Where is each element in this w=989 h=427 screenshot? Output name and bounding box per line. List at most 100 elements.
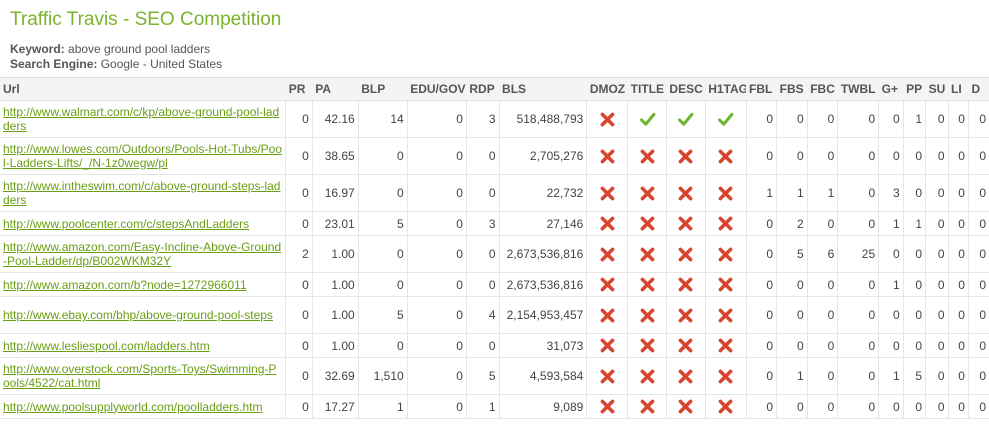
cross-icon [718, 338, 733, 353]
pr-cell: 0 [285, 174, 313, 212]
su-cell: 0 [925, 211, 949, 236]
column-header-fbl[interactable]: FBL [746, 77, 777, 101]
search-engine-value: Google - United States [100, 57, 223, 71]
pp-cell: 5 [903, 357, 927, 395]
edu-gov-cell: 0 [407, 174, 467, 212]
twbl-cell: 0 [837, 100, 880, 138]
column-header-twbl[interactable]: TWBL [837, 77, 879, 101]
h1tag-cell [705, 296, 747, 334]
column-header-blp[interactable]: BLP [358, 77, 408, 101]
d-cell: 0 [968, 235, 989, 273]
fbc-cell: 0 [807, 211, 839, 236]
cross-icon [640, 247, 654, 261]
pr-cell: 0 [285, 394, 313, 419]
desc-cell [666, 137, 706, 175]
li-cell: 0 [948, 272, 969, 297]
url-cell: http://www.amazon.com/Easy-Incline-Above… [0, 235, 287, 273]
column-header-title[interactable]: TITLE [627, 77, 667, 101]
column-header-g-[interactable]: G+ [878, 77, 904, 101]
cross-icon [640, 216, 654, 231]
twbl-cell: 0 [837, 296, 880, 334]
url-link[interactable]: http://www.overstock.com/Sports-Toys/Swi… [3, 362, 282, 390]
cross-icon [600, 247, 615, 261]
table-row: http://www.lesliespool.com/ladders.htm 0 1… [0, 333, 989, 358]
table-header-row: Url PR PA BLP EDU/GOV RDP BLS DMOZ TITLE DESC H1TA… [0, 77, 989, 101]
pr-cell: 0 [285, 137, 313, 175]
pa-cell: 1.00 [312, 272, 359, 297]
fbl-cell: 0 [746, 333, 778, 358]
url-link[interactable]: http://www.walmart.com/c/kp/above-ground… [3, 105, 282, 133]
url-link[interactable]: http://www.poolsupplyworld.com/poolladde… [3, 400, 282, 414]
pp-cell: 1 [903, 100, 927, 138]
keyword-value: above ground pool ladders [68, 42, 211, 56]
title-cell [627, 394, 667, 419]
pr-cell: 0 [285, 357, 313, 395]
fbs-cell: 1 [776, 174, 808, 212]
twbl-cell: 0 [837, 333, 880, 358]
cross-icon [600, 149, 615, 163]
gplus-cell: 0 [878, 137, 904, 175]
column-header-url[interactable]: Url [0, 77, 286, 101]
table-row: http://www.poolsupplyworld.com/poolladde… [0, 394, 989, 419]
url-link[interactable]: http://www.amazon.com/b?node=1272966011 [3, 278, 282, 292]
h1tag-cell [705, 394, 747, 419]
url-cell: http://www.overstock.com/Sports-Toys/Swi… [0, 357, 287, 395]
url-link[interactable]: http://www.poolcenter.com/c/stepsAndLadd… [3, 217, 282, 231]
table-row: http://www.ebay.com/bhp/above-ground-poo… [0, 296, 989, 334]
column-header-rdp[interactable]: RDP [466, 77, 500, 101]
rdp-cell: 0 [466, 235, 500, 273]
cross-icon [678, 338, 693, 353]
column-header-fbc[interactable]: FBC [807, 77, 838, 101]
fbl-cell: 0 [746, 211, 778, 236]
column-header-li[interactable]: LI [948, 77, 969, 101]
cross-icon [718, 186, 733, 200]
cross-icon [678, 186, 693, 200]
rdp-cell: 0 [466, 333, 500, 358]
column-header-dmoz[interactable]: DMOZ [586, 77, 628, 101]
dmoz-cell [586, 137, 629, 175]
fbc-cell: 0 [807, 394, 839, 419]
dmoz-cell [586, 357, 629, 395]
desc-cell [666, 272, 706, 297]
fbl-cell: 0 [746, 394, 778, 419]
bls-cell: 2,154,953,457 [499, 296, 588, 334]
column-header-su[interactable]: SU [925, 77, 949, 101]
edu-gov-cell: 0 [407, 235, 467, 273]
url-cell: http://www.poolcenter.com/c/stepsAndLadd… [0, 211, 287, 236]
url-link[interactable]: http://www.intheswim.com/c/above-ground-… [3, 179, 282, 207]
column-header-bls[interactable]: BLS [499, 77, 587, 101]
pa-cell: 42.16 [312, 100, 359, 138]
table-row: http://www.poolcenter.com/c/stepsAndLadd… [0, 211, 989, 236]
url-link[interactable]: http://www.amazon.com/Easy-Incline-Above… [3, 240, 282, 268]
h1tag-cell [705, 100, 747, 138]
d-cell: 0 [968, 272, 989, 297]
li-cell: 0 [948, 211, 969, 236]
fbc-cell: 0 [807, 357, 839, 395]
column-header-pa[interactable]: PA [312, 77, 359, 101]
url-link[interactable]: http://www.lesliespool.com/ladders.htm [3, 339, 282, 353]
url-link[interactable]: http://www.ebay.com/bhp/above-ground-poo… [3, 308, 282, 322]
column-header-fbs[interactable]: FBS [776, 77, 808, 101]
table-row: http://www.intheswim.com/c/above-ground-… [0, 174, 989, 212]
cross-icon [678, 399, 693, 414]
column-header-pr[interactable]: PR [285, 77, 313, 101]
twbl-cell: 0 [837, 137, 880, 175]
pa-cell: 1.00 [312, 235, 359, 273]
su-cell: 0 [925, 272, 949, 297]
fbc-cell: 0 [807, 333, 839, 358]
column-header-pp[interactable]: PP [903, 77, 926, 101]
column-header-desc[interactable]: DESC [666, 77, 706, 101]
dmoz-cell [586, 235, 629, 273]
dmoz-cell [586, 296, 629, 334]
rdp-cell: 1 [466, 394, 500, 419]
fbc-cell: 1 [807, 174, 839, 212]
url-link[interactable]: http://www.lowes.com/Outdoors/Pools-Hot-… [3, 142, 282, 170]
twbl-cell: 0 [837, 272, 880, 297]
column-header-d[interactable]: D [968, 77, 989, 101]
column-header-edu-gov[interactable]: EDU/GOV [407, 77, 467, 101]
pp-cell: 0 [903, 235, 927, 273]
bls-cell: 2,705,276 [499, 137, 588, 175]
li-cell: 0 [948, 394, 969, 419]
desc-cell [666, 235, 706, 273]
column-header-h1tag[interactable]: H1TAG [705, 77, 746, 101]
